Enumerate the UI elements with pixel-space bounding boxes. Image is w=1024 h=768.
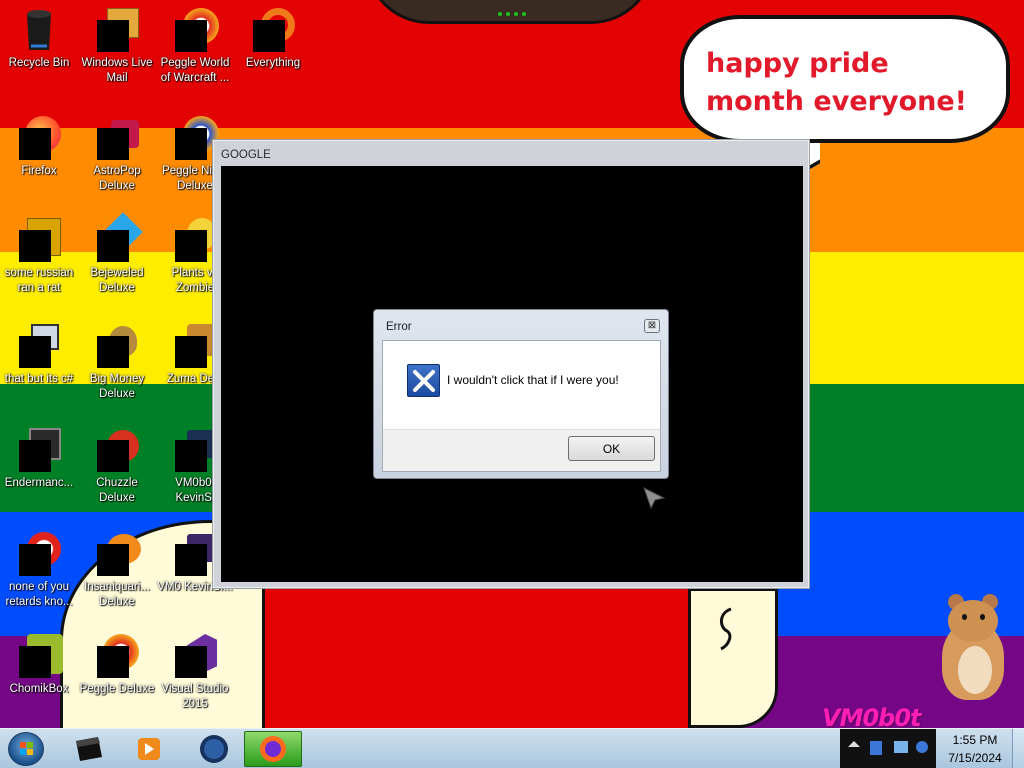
shortcut-icon [15,322,63,370]
dialog-title: Error [386,321,412,333]
desktop-icon-recycle-bin[interactable]: Recycle Bin [0,2,78,71]
start-button[interactable] [4,729,48,768]
character-arm [688,588,778,728]
error-x-icon [407,364,440,397]
desktop-icon-label: Visual Studio 2015 [161,683,229,710]
taskbar: 1:55 PM 7/15/2024 [0,728,1024,768]
globe-icon [200,735,228,763]
terminal-icon [15,426,63,474]
desktop-icon-peggle-wow[interactable]: Peggle World of Warcraft ... [156,2,234,86]
character-eyes [498,6,526,16]
desktop-icon-label: Everything [245,57,301,69]
desktop-icon-everything[interactable]: Everything [234,2,312,71]
game-icon [93,426,141,474]
show-desktop-button[interactable] [1012,729,1024,768]
monitor-icon [894,741,908,753]
desktop-icon-label: AstroPop Deluxe [93,165,141,192]
ear-icon [720,607,732,651]
desktop-icon-some-russian[interactable]: some russian ran a rat [0,212,78,296]
desktop-icon-firefox[interactable]: Firefox [0,110,78,179]
desktop-icon-chomikbox[interactable]: ChomikBox [0,628,78,697]
window-icon [76,737,102,761]
network-icon [870,741,882,755]
desktop-icon-big-money[interactable]: Big Money Deluxe [78,318,156,402]
speech-bubble: happy pride month everyone! [680,15,1010,143]
window-title: GOOGLE [221,149,271,161]
hamster-app-icon [15,632,63,680]
desktop-icon-insaniquarium[interactable]: Insaniquari... Deluxe [78,526,156,610]
desktop-icon-label: Windows Live Mail [81,57,153,84]
mail-icon [93,6,141,54]
close-icon[interactable]: ⊠ [644,319,660,333]
desktop-icon-label: that but its c# [4,373,74,385]
clock-date: 7/15/2024 [948,751,1002,765]
desktop-icon-visual-studio[interactable]: Visual Studio 2015 [156,628,234,712]
desktop-icon-label: Insaniquari... Deluxe [84,581,150,608]
windows-logo-icon [8,732,44,766]
desktop-icon-label: Recycle Bin [8,57,70,69]
visual-studio-icon [171,632,219,680]
error-dialog[interactable]: Error ⊠ I wouldn't click that if I were … [373,309,669,479]
character-shirt [262,588,692,728]
recycle-bin-icon [15,6,63,54]
desktop-icon-label: Bejeweled Deluxe [90,267,144,294]
desktop-icon-label: Endermanc... [4,477,74,489]
desktop-icon-label: none of you retards kno... [5,581,73,608]
desktop-icon-chuzzle[interactable]: Chuzzle Deluxe [78,422,156,506]
peggle-icon [171,6,219,54]
desktop-icon-that-but-its-csharp[interactable]: that but its c# [0,318,78,387]
desktop-icon-label: some russian ran a rat [4,267,74,294]
desktop-icon-windows-live-mail[interactable]: Windows Live Mail [78,2,156,86]
taskbar-button-firefox[interactable] [244,731,302,767]
desktop-icon-none-of-you[interactable]: none of you retards kno... [0,526,78,610]
dialog-body: I wouldn't click that if I were you! OK [382,340,661,472]
taskbar-button-media-player[interactable] [120,731,178,767]
taskbar-button-globe[interactable] [184,731,242,767]
ok-button[interactable]: OK [568,436,655,461]
desktop-icon-label: ChomikBox [9,683,69,695]
browser-icon [15,530,63,578]
gem-icon [93,212,143,264]
volume-icon [916,741,928,753]
desktop-icon-astropop[interactable]: AstroPop Deluxe [78,110,156,194]
firefox-icon [15,114,63,162]
document-icon [15,216,63,264]
firefox-icon [260,736,286,762]
money-bag-icon [93,322,141,370]
speech-bubble-text: happy pride month everyone! [706,48,967,117]
fish-icon [93,530,141,578]
desktop-icon-label: Firefox [21,165,57,177]
desktop-icon-label: Peggle World of Warcraft ... [160,57,230,84]
game-icon [93,114,141,162]
peggle-icon [93,632,141,680]
media-player-icon [138,738,160,760]
desktop-icon-endermanc[interactable]: Endermanc... [0,422,78,491]
hamster-image [940,590,1008,708]
taskbar-clock[interactable]: 1:55 PM 7/15/2024 [940,732,1010,766]
desktop-icon-bejeweled[interactable]: Bejeweled Deluxe [78,212,156,296]
desktop-icon-label: Peggle Deluxe [79,683,155,695]
error-message: I wouldn't click that if I were you! [447,373,619,387]
desktop-icon-peggle-deluxe[interactable]: Peggle Deluxe [78,628,156,697]
mouse-pointer-icon [643,487,666,510]
watermark: VM0b0t [822,704,922,728]
desktop-icon-label: Chuzzle Deluxe [96,477,138,504]
desktop-icon-label: Big Money Deluxe [89,373,145,400]
taskbar-button-window[interactable] [60,731,118,767]
chevron-up-icon [848,741,860,747]
search-tool-icon [249,6,297,54]
clock-time: 1:55 PM [952,733,998,747]
system-tray [840,729,936,768]
